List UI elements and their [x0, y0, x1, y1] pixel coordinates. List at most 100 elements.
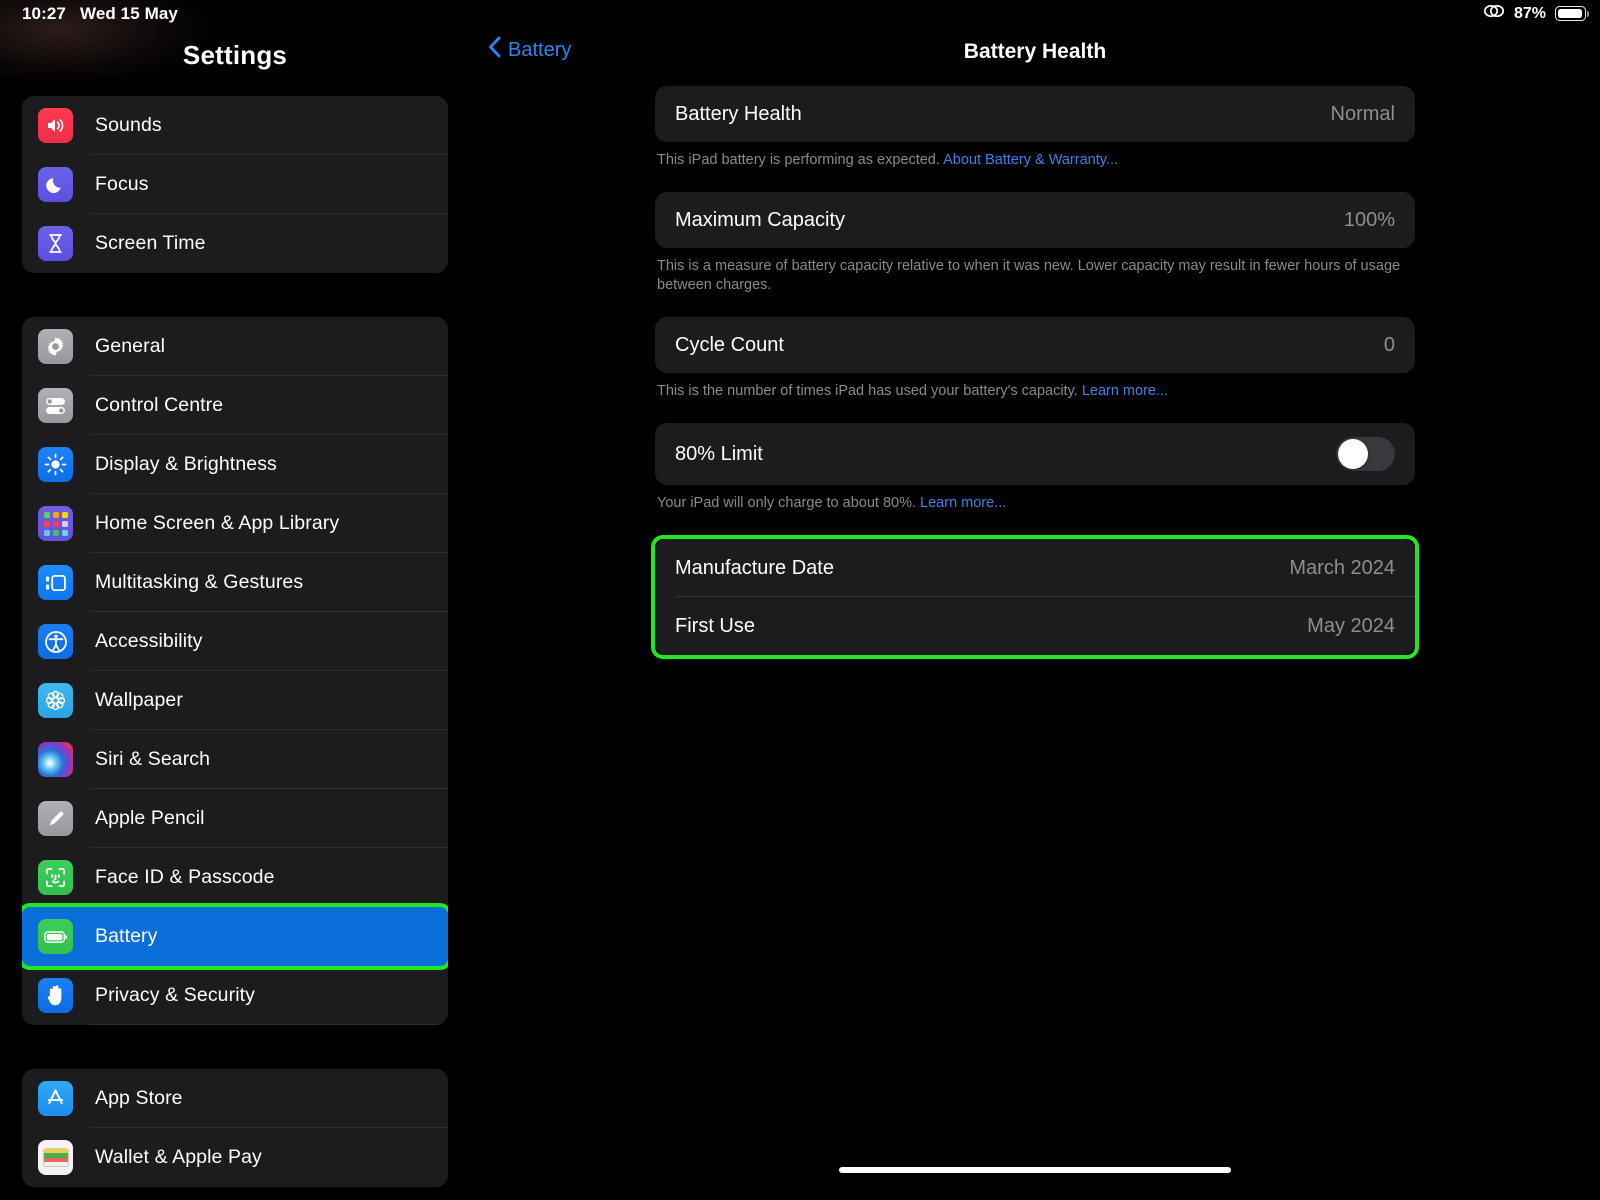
sidebar-group-divider	[0, 1025, 470, 1069]
sidebar-item-label: Wallpaper	[95, 689, 183, 712]
ipad-settings-screen: 10:27 Wed 15 May 87% Settings	[0, 0, 1600, 1200]
row-value: 100%	[1344, 209, 1395, 232]
sidebar-item-label: Multitasking & Gestures	[95, 571, 303, 594]
footnote-text: This iPad battery is performing as expec…	[657, 152, 943, 168]
app-grid-icon	[38, 506, 73, 541]
accessibility-icon	[38, 624, 73, 659]
sidebar-item-wallet-apple-pay[interactable]: Wallet & Apple Pay	[22, 1128, 448, 1187]
sidebar-item-battery[interactable]: Battery	[22, 907, 448, 966]
row-label: Cycle Count	[675, 334, 784, 357]
settings-content: Battery Health Normal This iPad battery …	[470, 86, 1600, 1200]
settings-sidebar: Settings Sounds	[0, 0, 470, 1200]
dates-card: Manufacture Date March 2024 First Use Ma…	[655, 539, 1415, 655]
sidebar-item-label: Accessibility	[95, 630, 203, 653]
hand-icon	[38, 978, 73, 1013]
sidebar-item-label: Focus	[95, 173, 149, 196]
battery-health-footnote: This iPad battery is performing as expec…	[655, 151, 1415, 170]
sidebar-item-label: Sounds	[95, 114, 162, 137]
battery-health-card: Battery Health Normal	[655, 86, 1415, 142]
flower-icon	[38, 683, 73, 718]
about-battery-warranty-link[interactable]: About Battery & Warranty...	[943, 152, 1118, 168]
sidebar-item-control-centre[interactable]: Control Centre	[22, 376, 448, 435]
sidebar-group-1: Sounds Focus	[22, 96, 448, 273]
sidebar-item-label: Control Centre	[95, 394, 223, 417]
sidebar-item-label: Face ID & Passcode	[95, 866, 275, 889]
sidebar-item-accessibility[interactable]: Accessibility	[22, 612, 448, 671]
sidebar-item-label: Wallet & Apple Pay	[95, 1146, 262, 1169]
sidebar-item-label: Display & Brightness	[95, 453, 277, 476]
toggles-icon	[38, 388, 73, 423]
cycle-count-footnote: This is the number of times iPad has use…	[655, 382, 1415, 401]
sidebar-item-multitasking[interactable]: Multitasking & Gestures	[22, 553, 448, 612]
battery-health-pane: Battery Battery Health Battery Health No…	[470, 0, 1600, 1200]
maximum-capacity-card: Maximum Capacity 100%	[655, 192, 1415, 248]
footnote-text: This is a measure of battery capacity re…	[657, 258, 1400, 293]
row-value: 0	[1384, 334, 1395, 357]
wallet-icon	[38, 1140, 73, 1175]
first-use-row[interactable]: First Use May 2024	[655, 597, 1415, 655]
sidebar-item-app-store[interactable]: App Store	[22, 1069, 448, 1128]
dates-card-wrapper: Manufacture Date March 2024 First Use Ma…	[655, 539, 1415, 655]
sidebar-item-privacy-security[interactable]: Privacy & Security	[22, 966, 448, 1025]
footnote-text: This is the number of times iPad has use…	[657, 383, 1082, 399]
gear-icon	[38, 329, 73, 364]
cycle-count-row[interactable]: Cycle Count 0	[655, 317, 1415, 373]
sidebar-item-focus[interactable]: Focus	[22, 155, 448, 214]
nav-title: Battery Health	[470, 40, 1600, 64]
sidebar-item-general[interactable]: General	[22, 317, 448, 376]
sidebar-scroll-area[interactable]: Sounds Focus	[0, 96, 470, 1200]
sidebar-item-sounds[interactable]: Sounds	[22, 96, 448, 155]
page-title: Settings	[0, 40, 470, 71]
row-label: Manufacture Date	[675, 557, 834, 580]
moon-icon	[38, 167, 73, 202]
eighty-percent-limit-footnote: Your iPad will only charge to about 80%.…	[655, 494, 1415, 513]
row-value: May 2024	[1307, 615, 1395, 638]
sidebar-item-wallpaper[interactable]: Wallpaper	[22, 671, 448, 730]
sidebar-group-3: App Store Wallet & Apple Pay	[22, 1069, 448, 1187]
sidebar-item-label: Home Screen & App Library	[95, 512, 339, 535]
sidebar-item-label: General	[95, 335, 165, 358]
pencil-icon	[38, 801, 73, 836]
sidebar-group-divider	[0, 273, 470, 317]
sidebar-item-siri-search[interactable]: Siri & Search	[22, 730, 448, 789]
eighty-percent-limit-row[interactable]: 80% Limit	[655, 423, 1415, 485]
maximum-capacity-row[interactable]: Maximum Capacity 100%	[655, 192, 1415, 248]
eighty-percent-limit-card: 80% Limit	[655, 423, 1415, 485]
sidebar-item-label: Battery	[95, 925, 157, 948]
cycle-count-card: Cycle Count 0	[655, 317, 1415, 373]
battery-icon	[38, 919, 73, 954]
sidebar-group-2: General Control Centre	[22, 317, 448, 1025]
row-label: First Use	[675, 615, 755, 638]
row-label: 80% Limit	[675, 443, 763, 466]
siri-orb-icon	[38, 742, 73, 777]
face-id-icon	[38, 860, 73, 895]
manufacture-date-row[interactable]: Manufacture Date March 2024	[655, 539, 1415, 597]
footnote-text: Your iPad will only charge to about 80%.	[657, 495, 920, 511]
multitasking-icon	[38, 565, 73, 600]
hourglass-icon	[38, 226, 73, 261]
maximum-capacity-footnote: This is a measure of battery capacity re…	[655, 257, 1415, 295]
sidebar-item-display-brightness[interactable]: Display & Brightness	[22, 435, 448, 494]
row-value: March 2024	[1289, 557, 1395, 580]
row-value: Normal	[1331, 103, 1395, 126]
sidebar-item-screen-time[interactable]: Screen Time	[22, 214, 448, 273]
sidebar-item-label: Apple Pencil	[95, 807, 205, 830]
home-indicator	[839, 1167, 1231, 1173]
battery-health-row[interactable]: Battery Health Normal	[655, 86, 1415, 142]
eighty-limit-learn-more-link[interactable]: Learn more...	[920, 495, 1006, 511]
sidebar-item-label: Privacy & Security	[95, 984, 255, 1007]
row-label: Maximum Capacity	[675, 209, 845, 232]
row-label: Battery Health	[675, 103, 802, 126]
app-store-icon	[38, 1081, 73, 1116]
sidebar-item-apple-pencil[interactable]: Apple Pencil	[22, 789, 448, 848]
navigation-bar: Battery Battery Health	[470, 0, 1600, 86]
eighty-percent-limit-toggle[interactable]	[1336, 437, 1395, 471]
sidebar-item-home-screen[interactable]: Home Screen & App Library	[22, 494, 448, 553]
cycle-count-learn-more-link[interactable]: Learn more...	[1082, 383, 1168, 399]
speaker-icon	[38, 108, 73, 143]
sidebar-item-label: Siri & Search	[95, 748, 210, 771]
sidebar-item-face-id[interactable]: Face ID & Passcode	[22, 848, 448, 907]
sidebar-item-label: App Store	[95, 1087, 183, 1110]
brightness-icon	[38, 447, 73, 482]
sidebar-item-label: Screen Time	[95, 232, 206, 255]
